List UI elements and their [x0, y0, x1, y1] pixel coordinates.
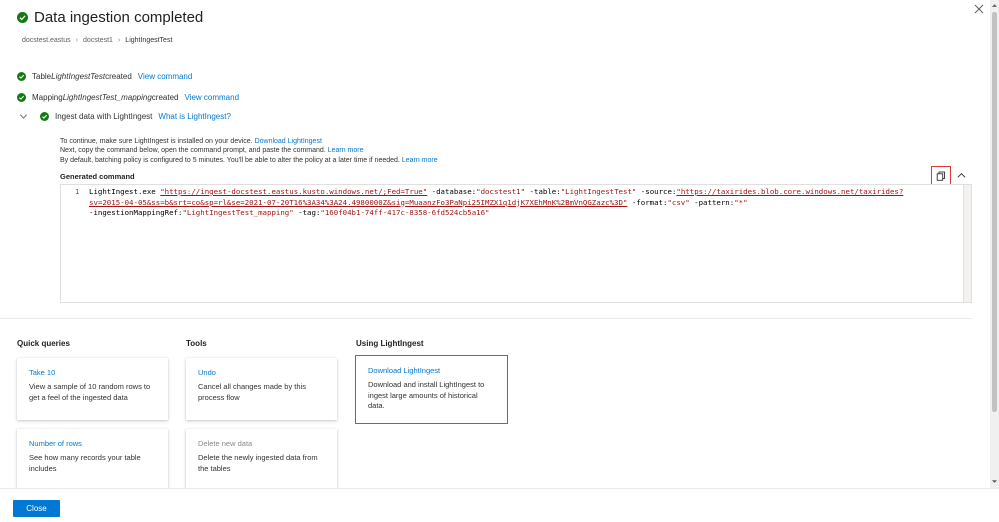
page-scrollbar[interactable] [990, 0, 999, 488]
code-string: "LightIngestTest_mapping" [182, 208, 294, 217]
check-circle-icon [40, 112, 49, 121]
generated-command-label: Generated command [60, 172, 135, 181]
code-string: "160f04b1-74ff-417c-8358-6fd524cb5a16" [320, 208, 490, 217]
step-prefix: Table [32, 72, 52, 81]
card-description: Delete the newly ingested data from the … [198, 453, 318, 473]
code-string: "*" [734, 197, 748, 207]
close-button[interactable]: Close [13, 500, 60, 517]
section-divider [0, 318, 972, 319]
learn-more-link[interactable]: Learn more [402, 157, 438, 164]
instruction-text: By default, batching policy is configure… [60, 156, 402, 164]
instruction-line: Next, copy the command below, open the c… [60, 146, 438, 155]
table-name: LightIngestTest [51, 72, 106, 81]
tools-heading: Tools [186, 339, 207, 348]
breadcrumb: docstest.eastus › docstest1 › LightInges… [22, 37, 172, 44]
instruction-text: To continue, make sure LightIngest is in… [60, 138, 255, 145]
breadcrumb-item-table: LightIngestTest [125, 37, 173, 44]
code-string: sv=2015-04-05&ss=b&srt=co&sp=rl&se=2021-… [89, 197, 628, 207]
close-icon[interactable] [973, 3, 985, 15]
card-title: Delete new data [198, 439, 253, 448]
code-string: "docstest1" [476, 187, 526, 196]
code-token: -source: [636, 187, 677, 196]
card-title[interactable]: Number of rows [29, 439, 156, 448]
code-token: -table: [525, 187, 561, 196]
code-token: -format: [627, 197, 668, 207]
card-description: View a sample of 10 random rows to get a… [29, 382, 151, 402]
title-row: Data ingestion completed [17, 9, 203, 26]
chevron-right-icon: › [117, 37, 121, 44]
using-lightingest-heading: Using LightIngest [356, 339, 424, 348]
what-is-lightingest-link[interactable]: What is LightIngest? [158, 112, 230, 121]
card-description: Download and install LightIngest to inge… [368, 380, 485, 410]
step-ingest-data: Ingest data with LightIngest What is Lig… [40, 112, 231, 121]
card-download-lightingest[interactable]: Download LightIngest Download and instal… [355, 355, 508, 424]
card-title[interactable]: Take 10 [29, 368, 156, 377]
mapping-name: LightIngestTest_mapping [62, 93, 152, 102]
step-label: Ingest data with LightIngest [55, 112, 153, 121]
quick-queries-heading: Quick queries [17, 339, 70, 348]
code-line: LightIngest.exe "https://ingest-docstest… [89, 187, 903, 198]
step-prefix: Mapping [32, 93, 63, 102]
scroll-up-icon[interactable] [991, 2, 998, 9]
copy-button[interactable] [931, 166, 951, 185]
chevron-up-icon[interactable] [956, 170, 967, 181]
chevron-right-icon: › [75, 37, 78, 44]
code-token: -database: [427, 187, 477, 196]
page-title: Data ingestion completed [34, 9, 204, 26]
step-mapping-created: Mapping LightIngestTest_mapping created … [17, 93, 239, 102]
instruction-line: To continue, make sure LightIngest is in… [60, 137, 438, 146]
code-string: "https://taxirides.blob.core.windows.net… [676, 187, 904, 196]
ingestion-panel: Data ingestion completed docstest.eastus… [0, 0, 990, 522]
code-content: 1 LightIngest.exe "https://ingest-docste… [61, 187, 903, 229]
step-table-created: Table LightIngestTest created View comma… [17, 72, 192, 81]
instruction-text: Next, copy the command below, open the c… [60, 147, 328, 155]
card-title[interactable]: Download LightIngest [368, 366, 495, 375]
check-circle-icon [17, 12, 28, 23]
check-circle-icon [17, 72, 26, 81]
code-lines: LightIngest.exe "https://ingest-docstest… [89, 187, 903, 219]
scroll-thumb[interactable] [992, 12, 997, 412]
download-lightingest-link[interactable]: Download LightIngest [255, 138, 322, 145]
view-command-link[interactable]: View command [184, 93, 239, 102]
step-suffix: created [105, 72, 132, 81]
ingest-instructions: To continue, make sure LightIngest is in… [60, 137, 438, 165]
code-line: -ingestionMappingRef:"LightIngestTest_ma… [89, 208, 903, 219]
code-token: -tag: [293, 208, 321, 217]
learn-more-link[interactable]: Learn more [328, 147, 364, 154]
card-description: See how many records your table includes [29, 453, 141, 473]
editor-scrollbar[interactable] [963, 185, 971, 302]
code-token: -ingestionMappingRef: [89, 208, 183, 217]
code-line: sv=2015-04-05&ss=b&srt=co&sp=rl&se=2021-… [89, 198, 903, 209]
line-number: 1 [75, 187, 80, 196]
code-token: LightIngest.exe [89, 187, 161, 196]
view-command-link[interactable]: View command [138, 72, 193, 81]
chevron-down-icon[interactable] [19, 112, 28, 121]
code-string: "https://ingest-docstest.eastus.kusto.wi… [160, 187, 428, 196]
breadcrumb-item-cluster[interactable]: docstest.eastus [22, 37, 71, 44]
breadcrumb-item-database[interactable]: docstest1 [83, 37, 113, 44]
code-token: -pattern: [689, 197, 735, 207]
card-undo[interactable]: Undo Cancel all changes made by this pro… [186, 358, 337, 420]
code-string: "csv" [667, 197, 690, 207]
step-suffix: created [151, 93, 179, 102]
command-editor[interactable]: 1 LightIngest.exe "https://ingest-docste… [60, 184, 972, 303]
check-circle-icon [17, 93, 26, 102]
card-number-of-rows[interactable]: Number of rows See how many records your… [17, 429, 168, 491]
copy-icon [936, 171, 945, 181]
card-delete-new-data: Delete new data Delete the newly ingeste… [186, 429, 337, 491]
card-description: Cancel all changes made by this process … [198, 382, 306, 402]
instruction-line: By default, batching policy is configure… [60, 156, 438, 165]
card-title[interactable]: Undo [198, 368, 325, 377]
scroll-down-icon[interactable] [991, 478, 998, 485]
card-take-10[interactable]: Take 10 View a sample of 10 random rows … [17, 358, 168, 420]
code-string: "LightIngestTest" [560, 187, 637, 196]
footer: Close [0, 488, 999, 522]
